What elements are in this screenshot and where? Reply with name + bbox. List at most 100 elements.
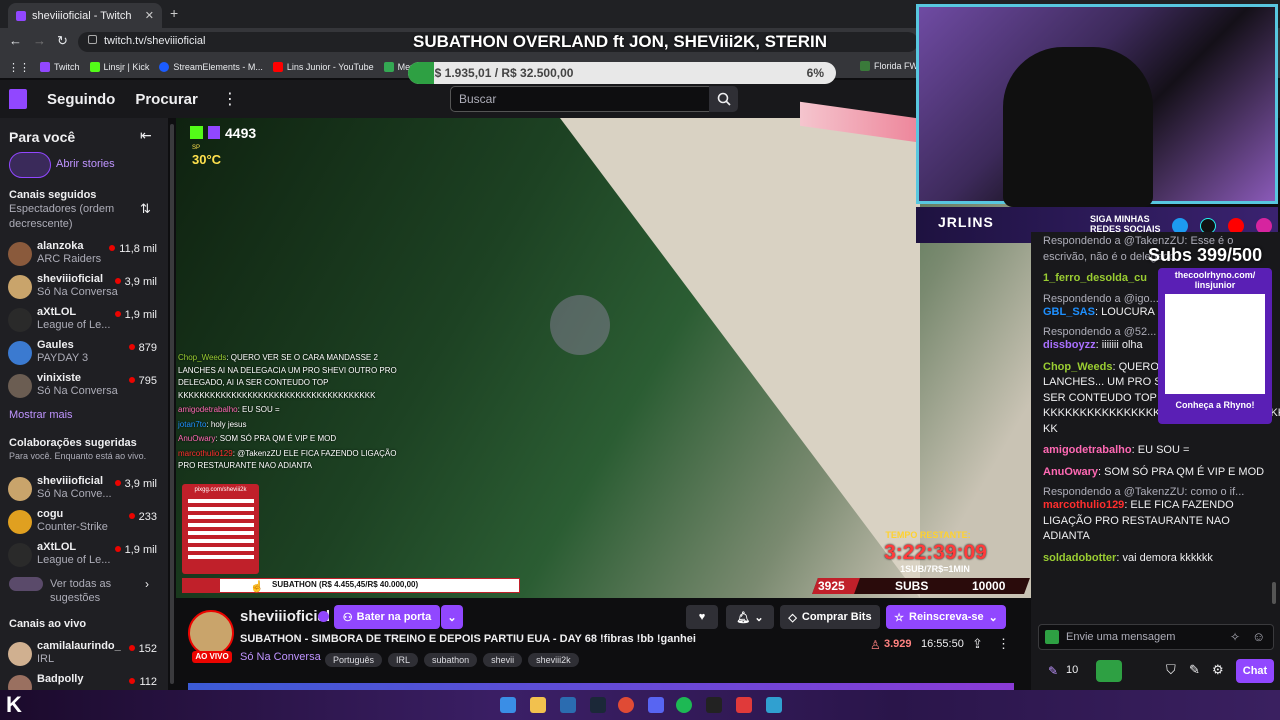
see-all-suggestions[interactable]: Ver todas as sugestões	[50, 577, 130, 605]
close-tab-icon[interactable]: ✕	[145, 9, 154, 22]
bookmark-streamelements[interactable]: StreamElements - M...	[159, 62, 263, 72]
overlay-chat-line: jotan7to: holy jesus	[178, 419, 247, 429]
chevron-right-icon[interactable]: ›	[145, 577, 149, 591]
apps-icon[interactable]: ⋮⋮	[8, 61, 30, 74]
sidebar-scrollbar[interactable]	[168, 118, 176, 690]
collapse-sidebar-icon[interactable]: ⇤	[140, 127, 152, 144]
file-explorer-icon[interactable]	[530, 697, 546, 713]
more-menu-icon[interactable]: ⋮	[222, 89, 238, 109]
shield-icon[interactable]: ⛉	[1166, 662, 1176, 678]
stories-avatars[interactable]	[9, 152, 51, 178]
bookmark-kick[interactable]: Linsjr | Kick	[89, 62, 149, 72]
pix-qr-panel: pixgg.com/sheviii2k	[182, 484, 259, 574]
steam-icon[interactable]	[590, 697, 606, 713]
chat-message: marcothulio129: ELE FICA FAZENDO LIGAÇÃO…	[1043, 499, 1234, 542]
channel-name[interactable]: sheviiioficial	[240, 608, 330, 625]
followed-title: Canais seguidos	[9, 189, 97, 201]
stream-category[interactable]: Só Na Conversa	[240, 651, 321, 663]
site-info-icon[interactable]	[88, 35, 97, 44]
stream-tag[interactable]: subathon	[424, 653, 478, 667]
rhyno-qr-url: thecoolrhyno.com/ linsjunior	[1174, 270, 1256, 290]
followed-channel[interactable]: vinixiste Só Na Conversa 795	[0, 370, 168, 404]
chat-send-button[interactable]: Chat	[1236, 659, 1274, 683]
followed-channel[interactable]: sheviiioficial Só Na Conversa 3,9 mil	[0, 271, 168, 305]
browser-tab[interactable]: sheviiioficial - Twitch ✕	[8, 3, 162, 28]
knock-button[interactable]: ⚇ Bater na porta	[334, 605, 440, 629]
show-more-link[interactable]: Mostrar mais	[9, 409, 73, 421]
below-player-banner	[188, 683, 1014, 690]
resubscribe-button[interactable]: ☆ Reinscreva-se ⌄	[886, 605, 1006, 629]
notifications-button[interactable]: 🔔︎ ⌄	[726, 605, 774, 629]
follow-heart-button[interactable]: ♥	[686, 605, 718, 629]
edge-icon[interactable]	[560, 697, 576, 713]
channel-points-icon[interactable]: ✎	[1048, 664, 1058, 678]
overlay-chat-line: marcothulio129: @TakenzZU ELE FICA FAZEN…	[178, 448, 397, 471]
gear-icon[interactable]: ⚙	[1212, 662, 1224, 678]
nav-seguindo[interactable]: Seguindo	[47, 91, 115, 108]
twitch-logo-icon[interactable]	[9, 89, 27, 109]
channel-points-count: 10	[1066, 664, 1079, 676]
emoji-icon[interactable]: ☺	[1252, 629, 1265, 644]
live-channel[interactable]: camilalaurindo_ IRL 152	[0, 638, 168, 672]
collab-title: Colaborações sugeridas	[9, 437, 137, 449]
avatar	[8, 341, 32, 365]
cam-brand: JRLINS	[938, 214, 994, 230]
overlay-chat-line: amigodetrabalho: EU SOU =	[178, 405, 280, 414]
overlay-chat-line: Chop_Weeds: QUERO VER SE O CARA MANDASSE…	[178, 353, 397, 400]
app-icon[interactable]	[736, 697, 752, 713]
stream-tag[interactable]: shevii	[483, 653, 523, 667]
buy-bits-button[interactable]: ◇ Comprar Bits	[780, 605, 880, 629]
avatar	[8, 242, 32, 266]
stream-tag[interactable]: sheviii2k	[528, 653, 579, 667]
obs-icon[interactable]	[706, 697, 722, 713]
avatar	[8, 275, 32, 299]
bookmark-florida[interactable]: Florida FWC	[860, 61, 925, 71]
sidebar: Para você ⇤ Abrir stories Canais seguido…	[0, 118, 168, 690]
more-options-icon[interactable]: ⋮	[997, 636, 1010, 652]
new-tab-button[interactable]: +	[170, 5, 178, 21]
followed-channel[interactable]: alanzoka ARC Raiders 11,8 mil	[0, 238, 168, 272]
knock-icon: ⚇	[342, 611, 353, 624]
money-goal-bar: R$ 1.935,01 / R$ 32.500,00 6%	[408, 62, 836, 84]
app-icon[interactable]	[766, 697, 782, 713]
followed-channel[interactable]: Gaules PAYDAY 3 879	[0, 337, 168, 371]
windows-start-icon[interactable]	[500, 697, 516, 713]
sort-icon[interactable]: ⇅	[140, 201, 151, 217]
bookmark-twitch[interactable]: Twitch	[40, 62, 80, 72]
knock-dropdown[interactable]: ⌄	[441, 605, 463, 629]
collab-channel[interactable]: cogu Counter-Strike 233	[0, 506, 168, 540]
chat-message: amigodetrabalho: EU SOU =	[1043, 444, 1190, 456]
search-input[interactable]: Buscar	[450, 86, 710, 112]
bookmark-youtube[interactable]: Lins Junior - YouTube	[272, 62, 374, 72]
open-stories-link[interactable]: Abrir stories	[56, 158, 115, 170]
timer-rule: 1SUB/7R$=1MIN	[900, 564, 970, 574]
nav-procurar[interactable]: Procurar	[135, 91, 198, 108]
stream-tag[interactable]: Português	[325, 653, 383, 667]
chrome-icon[interactable]	[618, 697, 634, 713]
reload-icon[interactable]: ↻	[57, 33, 68, 49]
search-button[interactable]	[709, 86, 738, 112]
chat-scrollbar[interactable]	[1272, 582, 1276, 604]
live-channel[interactable]: Badpolly 112	[0, 671, 168, 690]
subs-current: 3925	[818, 579, 845, 593]
back-icon[interactable]: ←	[9, 33, 22, 48]
discord-icon[interactable]	[648, 697, 664, 713]
subathon-progress-label: SUBATHON (R$ 4.455,45/R$ 40.000,00)	[272, 580, 419, 589]
magic-icon[interactable]: ✧	[1230, 630, 1240, 644]
emote-badge-icon[interactable]	[1045, 630, 1059, 644]
forward-icon[interactable]: →	[33, 33, 46, 48]
collab-channel[interactable]: sheviiioficial Só Na Conve... 3,9 mil	[0, 473, 168, 507]
overlay-chat-line: AnuOwary: SOM SÓ PRA QM É VIP E MOD	[178, 434, 337, 443]
collab-channel[interactable]: aXtLOL League of Le... 1,9 mil	[0, 539, 168, 573]
avatar	[8, 308, 32, 332]
bonus-chest-icon[interactable]	[1096, 660, 1122, 682]
timer-value: 3:22:39:09	[884, 541, 987, 564]
pen-icon[interactable]: ✎	[1189, 662, 1200, 678]
spotify-icon[interactable]	[676, 697, 692, 713]
share-icon[interactable]: ⇪	[972, 636, 983, 652]
stream-tag[interactable]: IRL	[388, 653, 419, 667]
money-goal-text: R$ 1.935,01 / R$ 32.500,00	[426, 66, 574, 80]
followed-channel[interactable]: aXtLOL League of Le... 1,9 mil	[0, 304, 168, 338]
avatar	[8, 374, 32, 398]
channel-avatar[interactable]	[188, 610, 234, 656]
